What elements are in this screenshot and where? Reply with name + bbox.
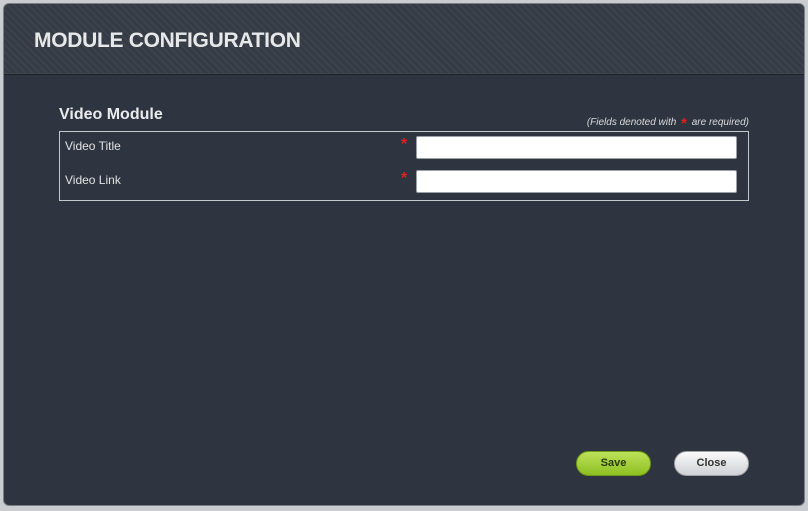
required-star-icon: * (681, 115, 687, 132)
video-title-input[interactable] (416, 136, 737, 159)
section-title: Video Module (59, 106, 163, 123)
video-link-required-icon: * (401, 170, 408, 187)
required-fields-note: (Fields denoted with * are required) (587, 115, 749, 132)
form-row-video-title: Video Title * (60, 132, 748, 162)
video-link-input[interactable] (416, 170, 737, 193)
save-button[interactable]: Save (576, 451, 651, 476)
form-row-video-link: Video Link * (60, 166, 748, 196)
video-title-label: Video Title (65, 139, 121, 153)
required-note-prefix: (Fields denoted with (586, 117, 677, 128)
required-note-suffix: are required) (691, 117, 749, 128)
module-configuration-dialog: MODULE CONFIGURATION Video Module (Field… (4, 4, 804, 505)
dialog-title: MODULE CONFIGURATION (34, 29, 301, 52)
close-button[interactable]: Close (674, 451, 749, 476)
video-link-label: Video Link (65, 173, 121, 187)
video-module-form: Video Title * Video Link * (59, 131, 749, 201)
dialog-header: MODULE CONFIGURATION (4, 4, 804, 75)
video-title-required-icon: * (401, 136, 408, 153)
